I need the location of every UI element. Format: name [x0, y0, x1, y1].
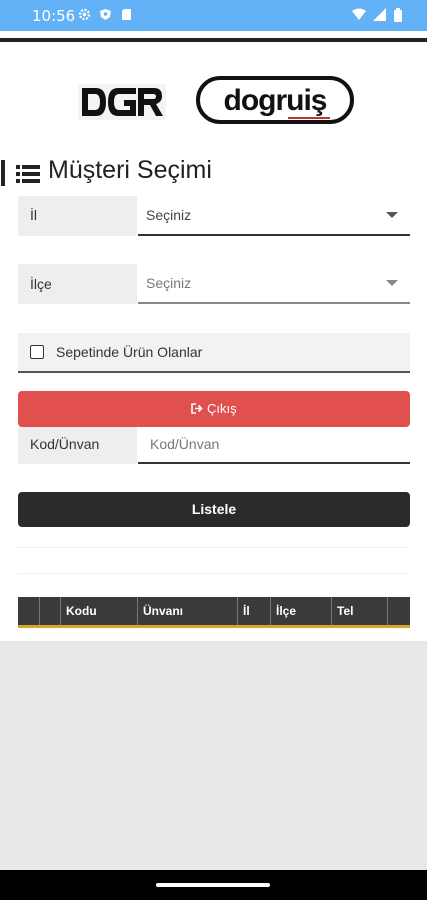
- column-header-unvani[interactable]: Ünvanı: [138, 597, 238, 625]
- exit-button[interactable]: Çıkış: [18, 391, 410, 427]
- header-divider: [0, 38, 427, 42]
- il-row: İl Seçiniz: [18, 196, 410, 236]
- settings-icon: [78, 8, 91, 21]
- title-accent-bar: [1, 160, 5, 186]
- empty-content-area: [0, 641, 427, 900]
- shield-icon: [99, 8, 112, 21]
- list-icon: [16, 164, 40, 189]
- basket-filter-checkbox[interactable]: [30, 345, 44, 359]
- wifi-icon: [352, 8, 366, 21]
- kod-unvan-input[interactable]: Kod/Ünvan: [138, 427, 410, 464]
- ilce-select[interactable]: Seçiniz: [138, 264, 410, 304]
- exit-button-label: Çıkış: [207, 401, 237, 416]
- chevron-down-icon: [386, 212, 398, 218]
- divider: [18, 547, 410, 548]
- column-header-select: [18, 597, 40, 625]
- kod-row: Kod/Ünvan Kod/Ünvan: [18, 427, 410, 464]
- column-header-kodu[interactable]: Kodu: [61, 597, 138, 625]
- il-select[interactable]: Seçiniz: [138, 196, 410, 236]
- ilce-row: İlçe Seçiniz: [18, 264, 410, 304]
- il-select-value: Seçiniz: [146, 207, 192, 223]
- svg-text:dogruiş: dogruiş: [224, 84, 327, 117]
- battery-icon: [394, 8, 407, 22]
- kod-unvan-placeholder: Kod/Ünvan: [150, 436, 220, 452]
- ilce-label: İlçe: [18, 264, 137, 304]
- column-header-extra: [388, 597, 410, 625]
- signal-icon: [373, 8, 386, 21]
- sign-out-icon: [191, 401, 207, 416]
- divider: [18, 573, 410, 574]
- page-title: Müşteri Seçimi: [48, 156, 212, 184]
- customer-table-header: Kodu Ünvanı İl İlçe Tel: [18, 597, 410, 628]
- sd-card-icon: [120, 8, 133, 21]
- home-gesture-handle[interactable]: [156, 883, 270, 887]
- basket-filter-row[interactable]: Sepetinde Ürün Olanlar: [18, 333, 410, 373]
- column-header-tel[interactable]: Tel: [332, 597, 388, 625]
- kod-label: Kod/Ünvan: [18, 427, 137, 464]
- il-label: İl: [18, 196, 137, 236]
- column-header-il[interactable]: İl: [238, 597, 271, 625]
- status-time: 10:56: [32, 7, 76, 25]
- chevron-down-icon: [386, 280, 398, 286]
- basket-filter-label: Sepetinde Ürün Olanlar: [56, 344, 203, 360]
- dgr-logo: [78, 84, 166, 125]
- ilce-select-value: Seçiniz: [146, 275, 192, 291]
- list-button[interactable]: Listele: [18, 492, 410, 527]
- dogruis-logo: dogruiş: [196, 76, 354, 131]
- status-bar: 10:56: [0, 0, 427, 31]
- column-header-ilce[interactable]: İlçe: [271, 597, 332, 625]
- column-header-action: [40, 597, 61, 625]
